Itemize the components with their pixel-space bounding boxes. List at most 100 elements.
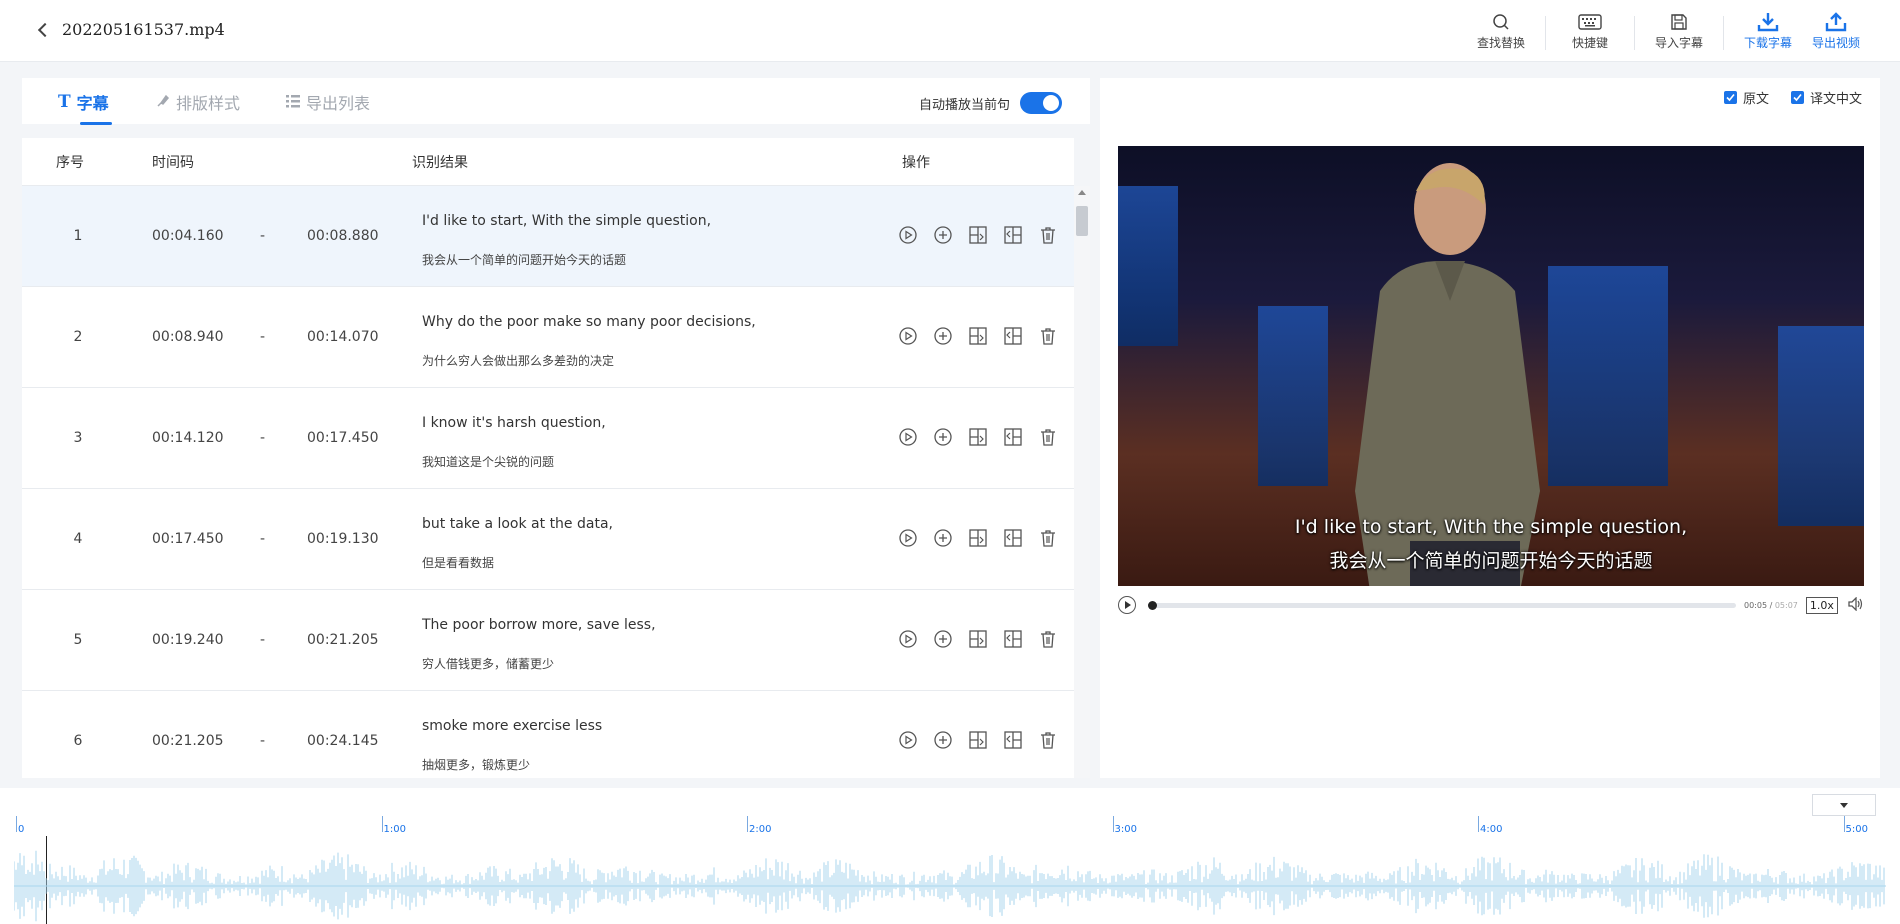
add-line-button[interactable] xyxy=(933,326,953,346)
delete-line-button[interactable] xyxy=(1038,225,1058,245)
top-bar: 202205161537.mp4 查找替换 快捷键 导入字幕 下载字幕 导出视频 xyxy=(0,0,1900,62)
tab-export-list[interactable]: 导出列表 xyxy=(286,90,370,114)
time-separator: - xyxy=(260,228,266,244)
translated-text[interactable]: 我会从一个简单的问题开始今天的话题 xyxy=(422,251,626,268)
merge-icon xyxy=(969,630,987,648)
add-line-button[interactable] xyxy=(933,730,953,750)
delete-line-button[interactable] xyxy=(1038,730,1058,750)
end-time[interactable]: 00:19.130 xyxy=(307,531,379,547)
table-row[interactable]: 6 00:21.205 - 00:24.145 smoke more exercise … xyxy=(22,691,1074,778)
timeline-tick xyxy=(1478,816,1479,832)
waveform-timeline[interactable]: 0 1:00 2:00 3:00 4:00 5:00 xyxy=(0,788,1900,924)
start-time[interactable]: 00:17.450 xyxy=(152,531,224,547)
start-time[interactable]: 00:19.240 xyxy=(152,632,224,648)
start-time[interactable]: 00:21.205 xyxy=(152,733,224,749)
row-actions xyxy=(898,427,1058,447)
add-line-button[interactable] xyxy=(933,528,953,548)
time-separator: - xyxy=(260,531,266,547)
split-icon xyxy=(1004,327,1022,345)
export-video-button[interactable]: 导出视频 xyxy=(1802,10,1870,51)
merge-line-button[interactable] xyxy=(968,427,988,447)
play-circle-icon xyxy=(899,529,917,547)
original-text[interactable]: I'd like to start, With the simple quest… xyxy=(422,213,711,229)
original-text[interactable]: but take a look at the data, xyxy=(422,516,613,532)
play-line-button[interactable] xyxy=(898,528,918,548)
table-row[interactable]: 1 00:04.160 - 00:08.880 I'd like to start, W… xyxy=(22,186,1074,287)
translated-text[interactable]: 穷人借钱更多，储蓄更少 xyxy=(422,655,554,672)
play-line-button[interactable] xyxy=(898,326,918,346)
merge-icon xyxy=(969,731,987,749)
original-text[interactable]: I know it's harsh question, xyxy=(422,415,606,431)
show-translation-checkbox[interactable]: 译文中文 xyxy=(1790,88,1862,107)
checkbox-checked-icon xyxy=(1790,91,1804,104)
play-circle-icon xyxy=(899,226,917,244)
delete-line-button[interactable] xyxy=(1038,629,1058,649)
show-original-checkbox[interactable]: 原文 xyxy=(1723,88,1769,107)
merge-line-button[interactable] xyxy=(968,225,988,245)
split-line-button[interactable] xyxy=(1003,730,1023,750)
original-text[interactable]: smoke more exercise less xyxy=(422,718,602,734)
translated-text[interactable]: 为什么穷人会做出那么多差劲的决定 xyxy=(422,352,614,369)
original-text[interactable]: Why do the poor make so many poor decisi… xyxy=(422,314,756,330)
scroll-up-icon[interactable] xyxy=(1078,190,1086,195)
play-icon[interactable] xyxy=(1118,596,1136,614)
back-button[interactable]: 202205161537.mp4 xyxy=(37,20,225,39)
start-time[interactable]: 00:04.160 xyxy=(152,228,224,244)
split-line-button[interactable] xyxy=(1003,629,1023,649)
download-subtitle-button[interactable]: 下载字幕 xyxy=(1734,10,1802,51)
table-row[interactable]: 2 00:08.940 - 00:14.070 Why do the poor make… xyxy=(22,287,1074,388)
split-line-button[interactable] xyxy=(1003,326,1023,346)
split-line-button[interactable] xyxy=(1003,225,1023,245)
play-line-button[interactable] xyxy=(898,225,918,245)
merge-line-button[interactable] xyxy=(968,629,988,649)
table-scrollbar[interactable] xyxy=(1074,186,1090,778)
end-time[interactable]: 00:24.145 xyxy=(307,733,379,749)
add-line-button[interactable] xyxy=(933,427,953,447)
timeline-zoom-dropdown[interactable] xyxy=(1812,794,1876,816)
merge-line-button[interactable] xyxy=(968,326,988,346)
table-row[interactable]: 3 00:14.120 - 00:17.450 I know it's harsh qu… xyxy=(22,388,1074,489)
divider xyxy=(1723,16,1724,50)
delete-line-button[interactable] xyxy=(1038,427,1058,447)
delete-line-button[interactable] xyxy=(1038,326,1058,346)
end-time[interactable]: 00:17.450 xyxy=(307,430,379,446)
split-line-button[interactable] xyxy=(1003,528,1023,548)
add-line-button[interactable] xyxy=(933,629,953,649)
scrollbar-thumb[interactable] xyxy=(1076,206,1088,236)
timeline-tick xyxy=(381,816,383,832)
preview-panel: 原文 译文中文 I'd like to start, With the simp… xyxy=(1100,78,1880,778)
shortcuts-button[interactable]: 快捷键 xyxy=(1556,10,1624,51)
speed-button[interactable]: 1.0x xyxy=(1805,596,1838,614)
volume-icon[interactable] xyxy=(1848,595,1864,615)
tab-style[interactable]: 排版样式 xyxy=(156,90,240,114)
translated-text[interactable]: 我知道这是个尖锐的问题 xyxy=(422,453,554,470)
original-text[interactable]: The poor borrow more, save less, xyxy=(422,617,656,633)
play-line-button[interactable] xyxy=(898,629,918,649)
import-subtitle-button[interactable]: 导入字幕 xyxy=(1645,10,1713,51)
tab-subtitles[interactable]: T 字幕 xyxy=(58,90,112,125)
add-line-button[interactable] xyxy=(933,225,953,245)
start-time[interactable]: 00:14.120 xyxy=(152,430,224,446)
play-line-button[interactable] xyxy=(898,730,918,750)
timeline-tick-label: 5:00 xyxy=(1845,824,1868,835)
start-time[interactable]: 00:08.940 xyxy=(152,329,224,345)
autoplay-toggle[interactable] xyxy=(1020,92,1062,114)
end-time[interactable]: 00:08.880 xyxy=(307,228,379,244)
merge-line-button[interactable] xyxy=(968,730,988,750)
seek-bar[interactable] xyxy=(1148,600,1736,610)
end-time[interactable]: 00:21.205 xyxy=(307,632,379,648)
find-replace-button[interactable]: 查找替换 xyxy=(1467,10,1535,51)
video-player[interactable]: I'd like to start, With the simple quest… xyxy=(1118,146,1864,586)
table-row[interactable]: 5 00:19.240 - 00:21.205 The poor borrow more… xyxy=(22,590,1074,691)
seek-handle[interactable] xyxy=(1148,600,1157,610)
translated-text[interactable]: 抽烟更多，锻炼更少 xyxy=(422,756,530,773)
table-row[interactable]: 4 00:17.450 - 00:19.130 but take a look at t… xyxy=(22,489,1074,590)
play-line-button[interactable] xyxy=(898,427,918,447)
delete-line-button[interactable] xyxy=(1038,528,1058,548)
subtitle-editor-panel: T 字幕 排版样式 导出列表 自动播放当前句 序号 时间码 识别结果 操作 1 … xyxy=(22,78,1090,778)
end-time[interactable]: 00:14.070 xyxy=(307,329,379,345)
merge-line-button[interactable] xyxy=(968,528,988,548)
translated-text[interactable]: 但是看看数据 xyxy=(422,554,494,571)
split-line-button[interactable] xyxy=(1003,427,1023,447)
plus-circle-icon xyxy=(934,529,952,547)
